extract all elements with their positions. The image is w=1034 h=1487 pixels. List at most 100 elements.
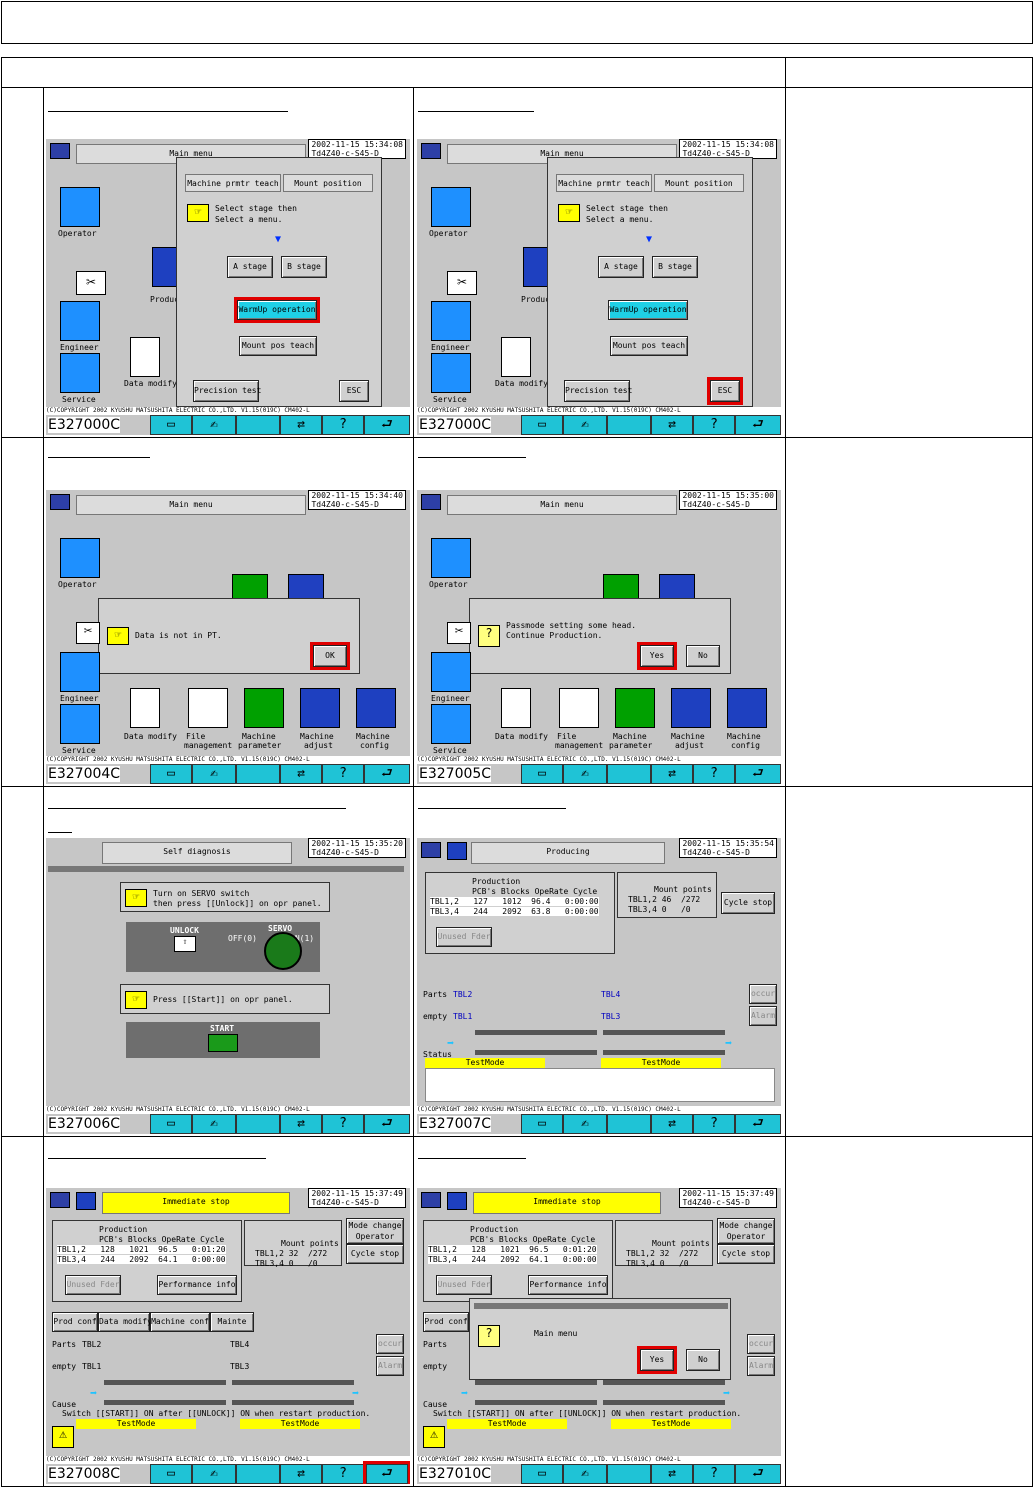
config-icon[interactable]	[727, 688, 767, 728]
machine-parameter-icon[interactable]	[615, 688, 655, 728]
toolbar-btn-transfer[interactable]: ⇄	[280, 1114, 322, 1134]
toolbar-btn-pen[interactable]: ✍	[563, 1114, 607, 1134]
mode-change-button[interactable]: Mode change Operator	[717, 1218, 775, 1244]
toolbar-btn-window[interactable]: ▭	[521, 415, 563, 435]
warmup-button[interactable]: WarmUp operation	[608, 300, 688, 320]
toolbar-btn-window[interactable]: ▭	[521, 1114, 563, 1134]
toolbar-btn-transfer[interactable]: ⇄	[651, 1464, 693, 1484]
alarm-button[interactable]: Alarm	[747, 1356, 775, 1376]
toolbar-btn-blank[interactable]	[607, 415, 651, 435]
operator-icon[interactable]	[60, 187, 100, 227]
a-stage-button[interactable]: A stage	[598, 256, 644, 278]
servo-switch[interactable]	[264, 932, 302, 970]
toolbar-btn-blank[interactable]	[236, 1114, 280, 1134]
toolbar-btn-help[interactable]: ?	[693, 1464, 735, 1484]
precision-test-button[interactable]: Precision test	[193, 380, 261, 402]
alarm-button[interactable]: Alarm	[749, 1006, 777, 1026]
toolbar-btn-return[interactable]: ⮐	[735, 415, 781, 435]
service-icon[interactable]	[60, 353, 100, 393]
scissors-icon[interactable]: ✂	[447, 622, 471, 644]
operator-icon[interactable]	[60, 538, 100, 578]
esc-button[interactable]: ESC	[339, 380, 369, 402]
toolbar-btn-pen[interactable]: ✍	[192, 1464, 236, 1484]
toolbar-btn-blank[interactable]	[236, 1464, 280, 1484]
toolbar-btn-return[interactable]: ⮐	[735, 1114, 781, 1134]
precision-test-button[interactable]: Precision test	[564, 380, 632, 402]
operator-icon[interactable]	[431, 538, 471, 578]
esc-button[interactable]: ESC	[707, 377, 743, 405]
toolbar-btn-pen[interactable]: ✍	[563, 415, 607, 435]
engineer-icon[interactable]	[431, 301, 471, 341]
adjust-icon[interactable]	[671, 688, 711, 728]
toolbar-btn-help[interactable]: ?	[693, 1114, 735, 1134]
data-modify-tab[interactable]: Data modify	[98, 1312, 152, 1332]
config-icon[interactable]	[356, 688, 396, 728]
toolbar-btn-pen[interactable]: ✍	[563, 1464, 607, 1484]
unused-feeder-button[interactable]: Unused Fder	[436, 927, 492, 947]
engineer-icon[interactable]	[60, 652, 100, 692]
data-modify-icon[interactable]	[501, 688, 531, 728]
toolbar-btn-transfer[interactable]: ⇄	[651, 1114, 693, 1134]
performance-info-button[interactable]: Performance info	[157, 1275, 237, 1295]
toolbar-btn-transfer[interactable]: ⇄	[280, 764, 322, 784]
file-management-icon[interactable]	[188, 688, 228, 728]
occur-button[interactable]: occur	[376, 1334, 404, 1354]
yes-button[interactable]: Yes	[637, 1346, 677, 1374]
toolbar-btn-return[interactable]: ⮐	[363, 1461, 410, 1484]
data-modify-icon[interactable]	[130, 688, 160, 728]
toolbar-btn-blank[interactable]	[236, 415, 280, 435]
service-icon[interactable]	[431, 353, 471, 393]
toolbar-btn-window[interactable]: ▭	[150, 1464, 192, 1484]
cycle-stop-button[interactable]: Cycle stop	[346, 1244, 404, 1264]
unused-feeder-button[interactable]: Unused Fder	[65, 1275, 121, 1295]
toolbar-btn-return[interactable]: ⮐	[735, 1464, 781, 1484]
toolbar-btn-transfer[interactable]: ⇄	[651, 415, 693, 435]
toolbar-btn-blank[interactable]	[607, 1464, 651, 1484]
toolbar-btn-return[interactable]: ⮐	[364, 1114, 410, 1134]
toolbar-btn-return[interactable]: ⮐	[735, 764, 781, 784]
occur-button[interactable]: occur	[749, 984, 777, 1004]
file-management-icon[interactable]	[559, 688, 599, 728]
service-icon[interactable]	[431, 704, 471, 744]
toolbar-btn-pen[interactable]: ✍	[192, 415, 236, 435]
toolbar-btn-transfer[interactable]: ⇄	[280, 415, 322, 435]
toolbar-btn-pen[interactable]: ✍	[192, 764, 236, 784]
no-button[interactable]: No	[686, 645, 720, 667]
toolbar-btn-transfer[interactable]: ⇄	[651, 764, 693, 784]
toolbar-btn-window[interactable]: ▭	[521, 1464, 563, 1484]
data-modify-icon[interactable]	[501, 337, 531, 377]
yes-button[interactable]: Yes	[637, 642, 677, 670]
cycle-stop-button[interactable]: Cycle stop	[721, 892, 775, 914]
machine-parameter-icon[interactable]	[244, 688, 284, 728]
engineer-icon[interactable]	[431, 652, 471, 692]
b-stage-button[interactable]: B stage	[281, 256, 327, 278]
toolbar-btn-window[interactable]: ▭	[150, 764, 192, 784]
scissors-icon[interactable]: ✂	[76, 622, 100, 644]
ok-button[interactable]: OK	[310, 642, 350, 670]
toolbar-btn-help[interactable]: ?	[322, 1464, 364, 1484]
no-button[interactable]: No	[686, 1349, 720, 1371]
toolbar-btn-window[interactable]: ▭	[521, 764, 563, 784]
prod-conf-tab[interactable]: Prod conf	[423, 1312, 469, 1332]
adjust-icon[interactable]	[300, 688, 340, 728]
unused-feeder-button[interactable]: Unused Fder	[436, 1275, 492, 1295]
warmup-button[interactable]: WarmUp operation	[234, 297, 320, 323]
toolbar-btn-blank[interactable]	[236, 764, 280, 784]
mainte-tab[interactable]: Mainte	[210, 1312, 254, 1332]
toolbar-btn-return[interactable]: ⮐	[364, 764, 410, 784]
toolbar-btn-pen[interactable]: ✍	[563, 764, 607, 784]
toolbar-btn-help[interactable]: ?	[693, 415, 735, 435]
scissors-icon[interactable]: ✂	[76, 271, 106, 295]
cycle-stop-button[interactable]: Cycle stop	[717, 1244, 775, 1264]
service-icon[interactable]	[60, 704, 100, 744]
toolbar-btn-blank[interactable]	[607, 764, 651, 784]
operator-icon[interactable]	[431, 187, 471, 227]
toolbar-btn-blank[interactable]	[607, 1114, 651, 1134]
mount-pos-teach-button[interactable]: Mount pos teach	[610, 336, 688, 356]
toolbar-btn-transfer[interactable]: ⇄	[280, 1464, 322, 1484]
toolbar-btn-help[interactable]: ?	[693, 764, 735, 784]
performance-info-button[interactable]: Performance info	[528, 1275, 608, 1295]
toolbar-btn-help[interactable]: ?	[322, 415, 364, 435]
data-modify-icon[interactable]	[130, 337, 160, 377]
engineer-icon[interactable]	[60, 301, 100, 341]
